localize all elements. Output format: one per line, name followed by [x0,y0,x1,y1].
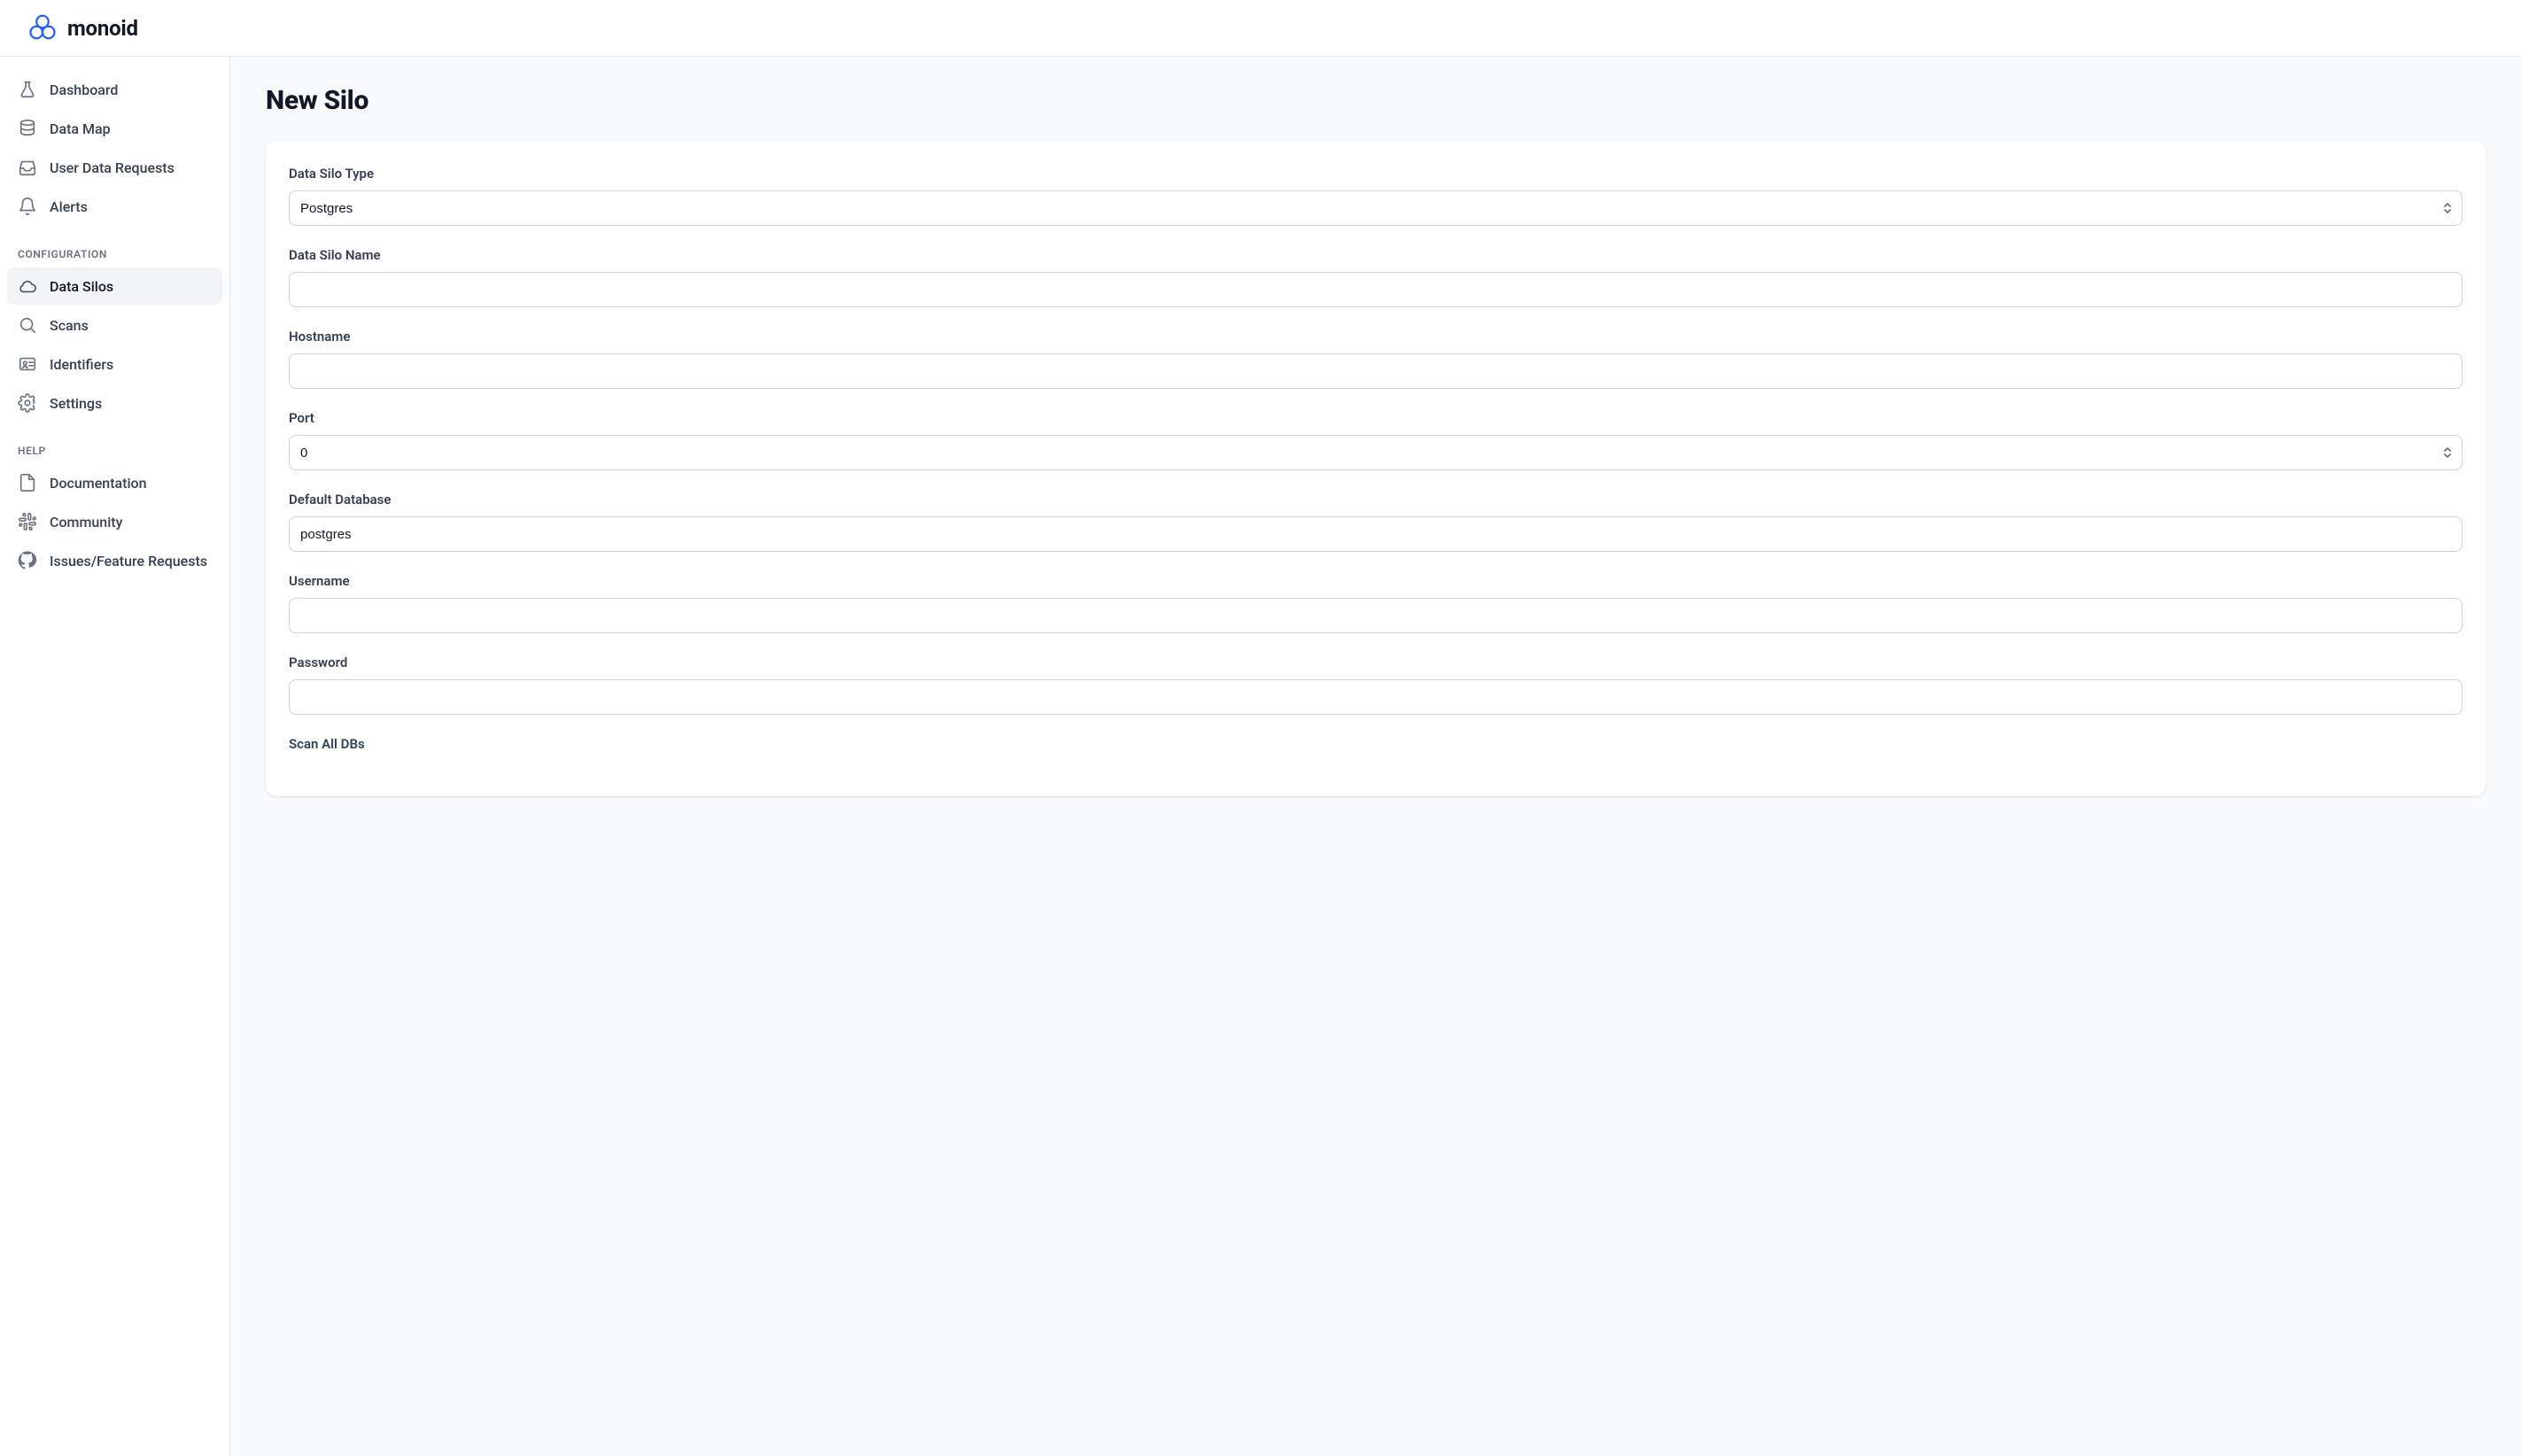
scan-all-dbs-label: Scan All DBs [289,736,2463,752]
silo-type-select[interactable] [289,190,2463,226]
username-input[interactable] [289,598,2463,633]
github-icon [18,551,37,570]
silo-name-label: Data Silo Name [289,247,2463,263]
sidebar-item-dashboard[interactable]: Dashboard [7,71,222,108]
database-icon [18,119,37,138]
search-icon [18,315,37,335]
port-input[interactable] [289,435,2463,470]
sidebar-section-help: HELP [7,423,222,464]
silo-name-input[interactable] [289,272,2463,307]
sidebar-item-alerts[interactable]: Alerts [7,188,222,225]
default-database-label: Default Database [289,492,2463,507]
document-icon [18,473,37,492]
sidebar-item-label: Data Map [50,120,111,137]
sidebar-item-label: Scans [50,317,89,334]
sidebar-item-label: Settings [50,395,102,412]
sidebar-item-scans[interactable]: Scans [7,306,222,344]
sidebar-item-label: Alerts [50,198,88,215]
sidebar-item-identifiers[interactable]: Identifiers [7,345,222,383]
hostname-input[interactable] [289,353,2463,389]
sidebar-item-documentation[interactable]: Documentation [7,464,222,501]
port-label: Port [289,410,2463,426]
sidebar-item-label: Data Silos [50,278,113,295]
brand-name: monoid [67,16,138,41]
password-input[interactable] [289,679,2463,715]
sidebar-item-label: Issues/Feature Requests [50,553,207,569]
silo-type-label: Data Silo Type [289,166,2463,182]
sidebar-item-label: Dashboard [50,81,118,98]
sidebar-item-label: User Data Requests [50,159,175,176]
brand-logo[interactable]: monoid [27,12,138,44]
cloud-icon [18,276,37,296]
inbox-icon [18,158,37,177]
main-content: New Silo Data Silo Type Data Silo Name H… [230,57,2521,1456]
sidebar: Dashboard Data Map User Data Requests Al… [0,57,230,1456]
sidebar-item-settings[interactable]: Settings [7,384,222,422]
default-database-input[interactable] [289,516,2463,552]
bell-icon [18,197,37,216]
sidebar-item-user-data-requests[interactable]: User Data Requests [7,149,222,186]
page-title: New Silo [266,85,2486,116]
username-label: Username [289,573,2463,589]
gear-icon [18,393,37,413]
sidebar-item-data-map[interactable]: Data Map [7,110,222,147]
new-silo-form-card: Data Silo Type Data Silo Name Hostname P… [266,141,2486,796]
sidebar-item-data-silos[interactable]: Data Silos [7,267,222,305]
slack-icon [18,512,37,531]
sidebar-item-label: Community [50,514,122,531]
sidebar-item-label: Identifiers [50,356,113,373]
sidebar-item-label: Documentation [50,475,147,492]
sidebar-section-configuration: CONFIGURATION [7,227,222,267]
monoid-logo-icon [27,12,58,44]
sidebar-item-issues[interactable]: Issues/Feature Requests [7,542,222,579]
password-label: Password [289,654,2463,670]
id-card-icon [18,354,37,374]
app-header: monoid [0,0,2521,57]
sidebar-item-community[interactable]: Community [7,503,222,540]
hostname-label: Hostname [289,329,2463,345]
flask-icon [18,80,37,99]
